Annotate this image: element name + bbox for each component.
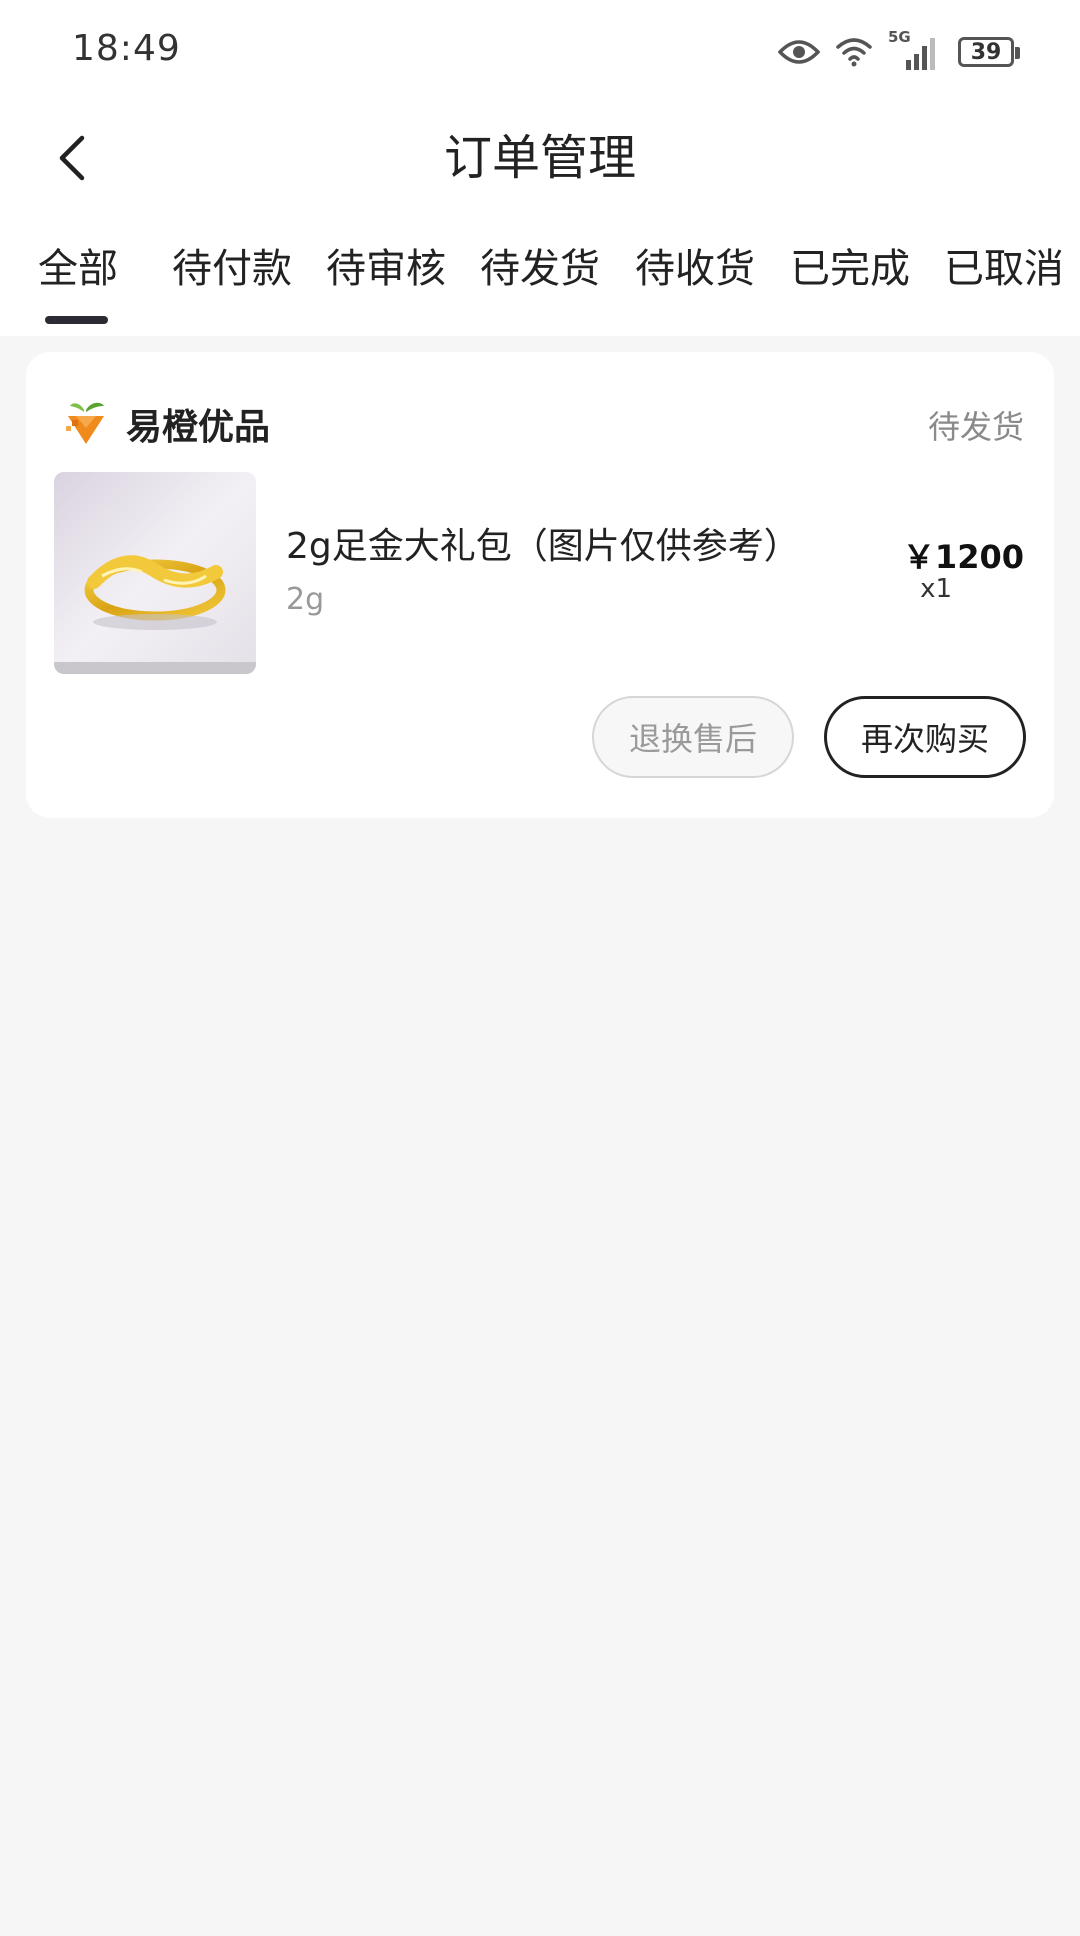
page-title: 订单管理 (443, 130, 636, 186)
tab-all[interactable]: 全部 (38, 236, 118, 294)
nav-bar: 订单管理 (0, 100, 1080, 220)
tab-pending-receipt[interactable]: 待收货 (635, 236, 755, 294)
after-sales-button[interactable]: 退换售后 (592, 696, 794, 778)
tab-pending-payment[interactable]: 待付款 (172, 236, 292, 294)
signal-icon: 5G (888, 28, 938, 72)
shop-name[interactable]: 易橙优品 (126, 398, 270, 450)
product-name[interactable]: 2g足金大礼包（图片仅供参考） (286, 517, 800, 569)
active-tab-indicator (45, 316, 108, 324)
tab-pending-review[interactable]: 待审核 (326, 236, 446, 294)
tab-pending-shipment[interactable]: 待发货 (480, 236, 600, 294)
header-area: 18:49 5G 39 订单管理 全部 待付款 待审核 待发货 待收货 已完成 … (0, 0, 1080, 336)
product-image[interactable] (54, 472, 256, 674)
product-quantity: x1 (920, 574, 952, 604)
status-bar: 18:49 5G 39 (0, 0, 1080, 100)
order-status: 待发货 (927, 408, 1024, 446)
order-card[interactable]: 易橙优品 待发货 2g足金大礼包（图片仅供参考） 2g ￥1200 x1 退换售… (26, 352, 1054, 818)
product-spec: 2g (286, 582, 325, 617)
status-time: 18:49 (72, 28, 181, 69)
order-tabs: 全部 待付款 待审核 待发货 待收货 已完成 已取消 (0, 236, 1080, 336)
buy-again-button[interactable]: 再次购买 (824, 696, 1026, 778)
battery-level: 39 (970, 39, 1002, 65)
wifi-icon (834, 35, 874, 69)
status-icons: 5G 39 (778, 28, 1020, 74)
tab-completed[interactable]: 已完成 (790, 236, 910, 294)
battery-icon: 39 (958, 37, 1020, 67)
shop-logo-icon (62, 398, 110, 446)
product-price: ￥1200 (902, 538, 1024, 576)
tab-cancelled[interactable]: 已取消 (944, 236, 1064, 294)
eye-icon (778, 38, 820, 66)
